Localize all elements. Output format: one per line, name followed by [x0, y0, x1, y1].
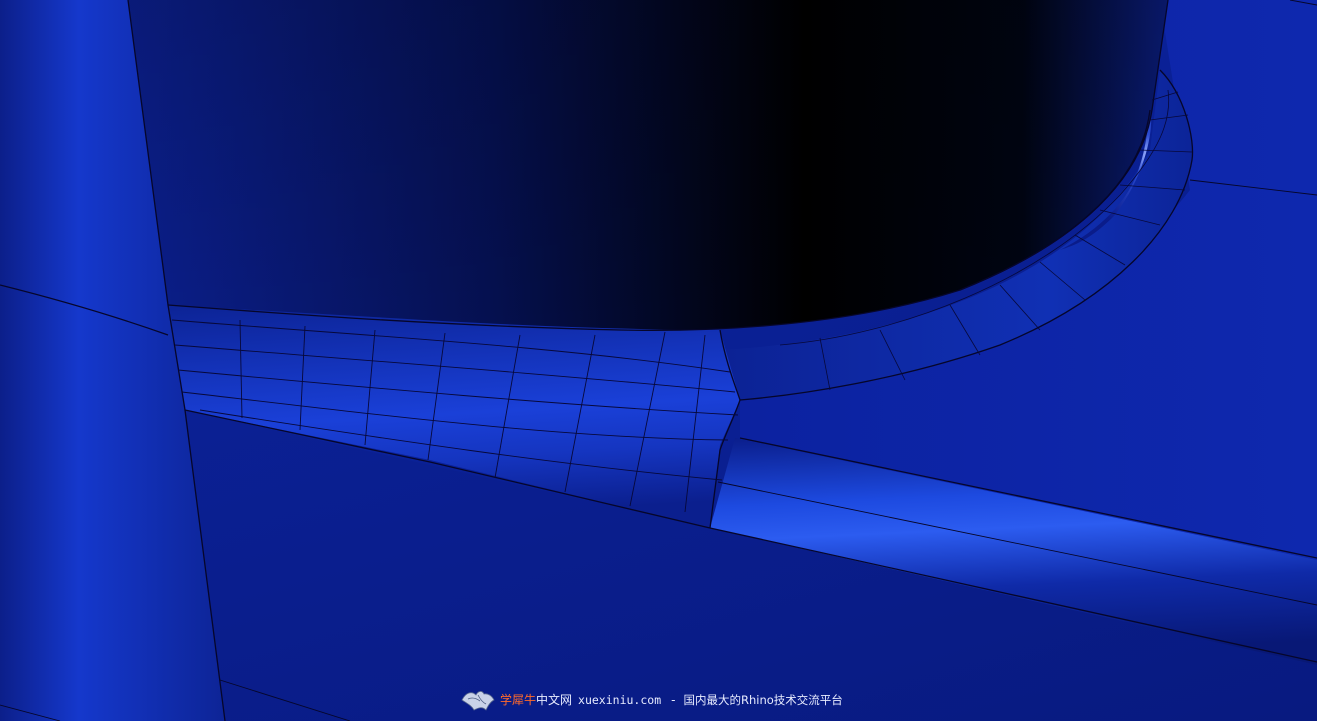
watermark-brand: 学犀牛: [500, 693, 537, 707]
rhino-3d-viewport[interactable]: 学犀牛 中文网 xuexiniu.com - 国内最大的Rhino技术交流平台: [0, 0, 1317, 721]
watermark-separator: -: [671, 693, 676, 707]
site-watermark: 学犀牛 中文网 xuexiniu.com - 国内最大的Rhino技术交流平台: [460, 686, 843, 714]
watermark-domain: xuexiniu.com: [578, 693, 662, 707]
watermark-brand-suffix: 中文网: [536, 693, 573, 707]
watermark-slogan: 国内最大的Rhino技术交流平台: [683, 693, 843, 707]
rhino-logo-icon: [461, 691, 495, 711]
shaded-model-render[interactable]: [0, 0, 1317, 721]
